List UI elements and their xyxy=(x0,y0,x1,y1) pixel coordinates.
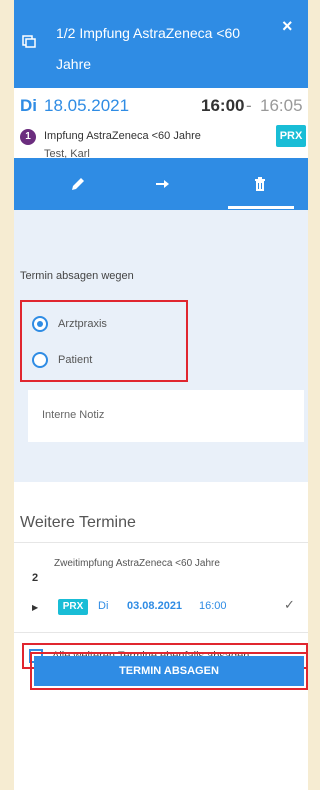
expand-caret-icon[interactable]: ▶ xyxy=(32,603,38,612)
radio-arztpraxis[interactable]: Arztpraxis xyxy=(28,314,178,336)
radio-dot xyxy=(37,321,43,327)
further-appointments-heading: Weitere Termine xyxy=(20,514,136,531)
edit-button[interactable] xyxy=(48,158,108,210)
calendar-icon xyxy=(22,35,36,48)
internal-note-placeholder: Interne Notiz xyxy=(42,409,105,421)
radio-patient[interactable]: Patient xyxy=(28,350,178,372)
divider xyxy=(14,542,308,543)
arrow-right-icon xyxy=(156,180,169,188)
further-item-index: 2 xyxy=(32,572,39,584)
appointment-date: 18.05.2021 xyxy=(44,96,130,115)
cancel-reason-label: Termin absagen wegen xyxy=(20,270,134,282)
cancel-reason-group: Arztpraxis Patient xyxy=(20,300,188,382)
appointment-panel: 1/2 Impfung AstraZeneca <60 Jahre × Di 1… xyxy=(14,0,308,790)
further-item-time: 16:00 xyxy=(199,600,227,612)
further-item-day: Di xyxy=(98,600,109,612)
appointment-name: Impfung AstraZeneca <60 Jahre xyxy=(44,130,201,142)
cancel-appointment-button[interactable]: TERMIN ABSAGEN xyxy=(34,656,304,686)
prx-badge: PRX xyxy=(58,599,88,615)
radio-button xyxy=(32,352,48,368)
check-icon: ✓ xyxy=(284,597,295,612)
prx-badge: PRX xyxy=(276,125,306,147)
appointment-day: Di xyxy=(20,96,37,115)
trash-icon xyxy=(255,177,265,191)
move-button[interactable] xyxy=(132,158,192,210)
appointment-number-badge: 1 xyxy=(20,129,36,145)
further-item-name: Zweitimpfung AstraZeneca <60 Jahre xyxy=(54,558,220,569)
action-bar xyxy=(14,158,308,210)
further-appointments-section: Weitere Termine 2 Zweitimpfung AstraZene… xyxy=(14,482,308,790)
delete-button[interactable] xyxy=(230,158,290,210)
divider xyxy=(14,632,308,633)
panel-header: 1/2 Impfung AstraZeneca <60 Jahre × xyxy=(14,0,308,88)
appointment-info: Di 18.05.2021 16:00 - 16:05 1 Impfung As… xyxy=(14,88,308,160)
radio-label-arztpraxis: Arztpraxis xyxy=(58,318,107,330)
pencil-icon xyxy=(72,178,84,190)
panel-title: 1/2 Impfung AstraZeneca <60 Jahre xyxy=(56,25,241,72)
internal-note-field[interactable]: Interne Notiz xyxy=(28,390,304,442)
close-icon[interactable]: × xyxy=(282,16,293,37)
appointment-time-end: 16:05 xyxy=(260,96,303,115)
radio-button-selected xyxy=(32,316,48,332)
submit-highlight: TERMIN ABSAGEN xyxy=(30,652,308,690)
radio-label-patient: Patient xyxy=(58,354,93,366)
further-item-date: 03.08.2021 xyxy=(127,600,183,612)
active-tab-indicator xyxy=(228,206,294,209)
appointment-time-start: 16:00 xyxy=(201,96,245,115)
appointment-time-separator: - xyxy=(246,96,252,115)
